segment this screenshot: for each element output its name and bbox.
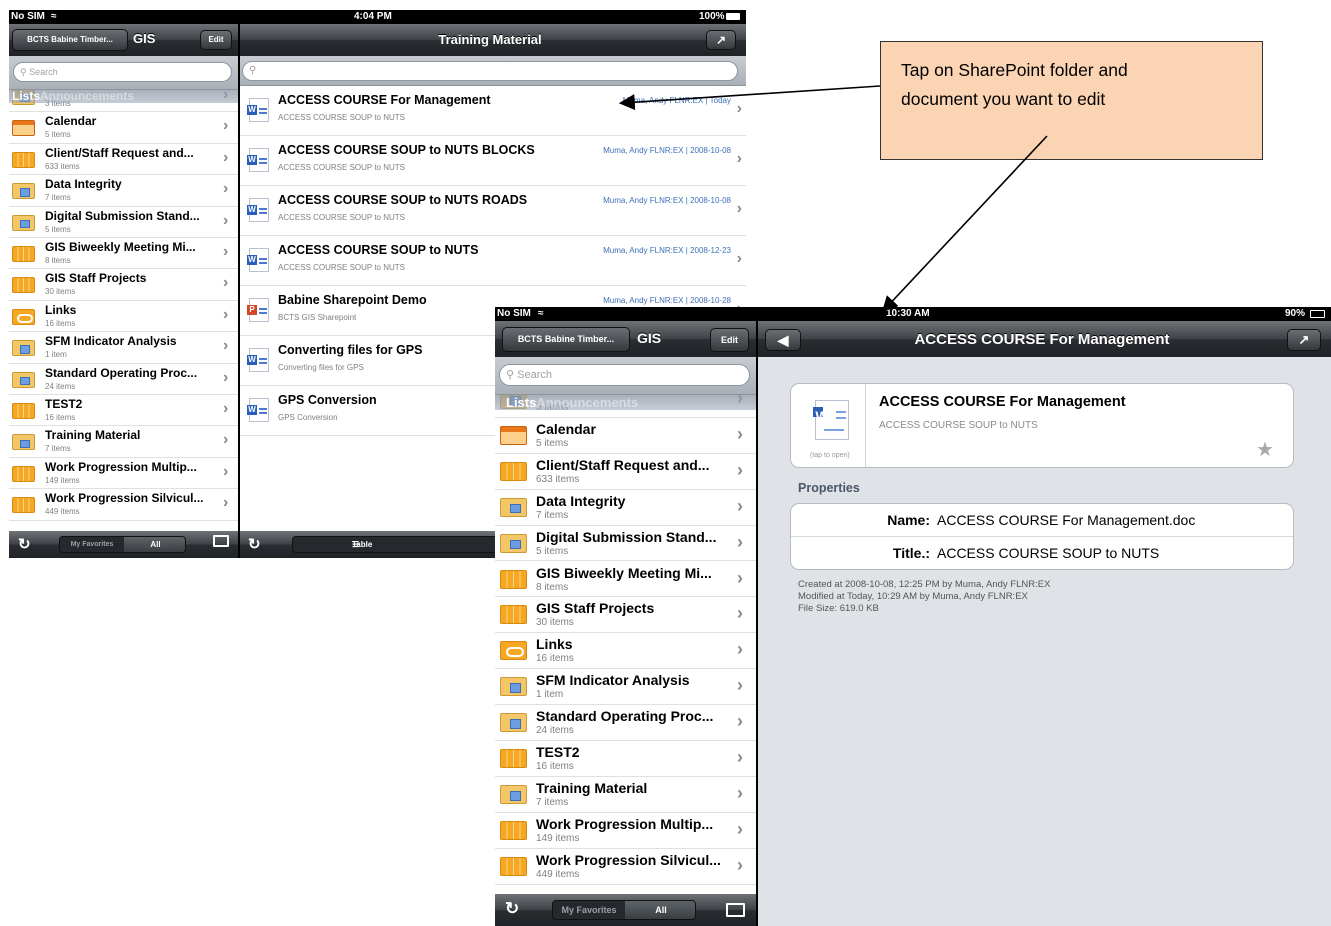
arrow-to-document bbox=[618, 85, 881, 111]
annotation-arrows bbox=[618, 85, 1048, 313]
arrow-to-detail bbox=[881, 135, 1048, 313]
